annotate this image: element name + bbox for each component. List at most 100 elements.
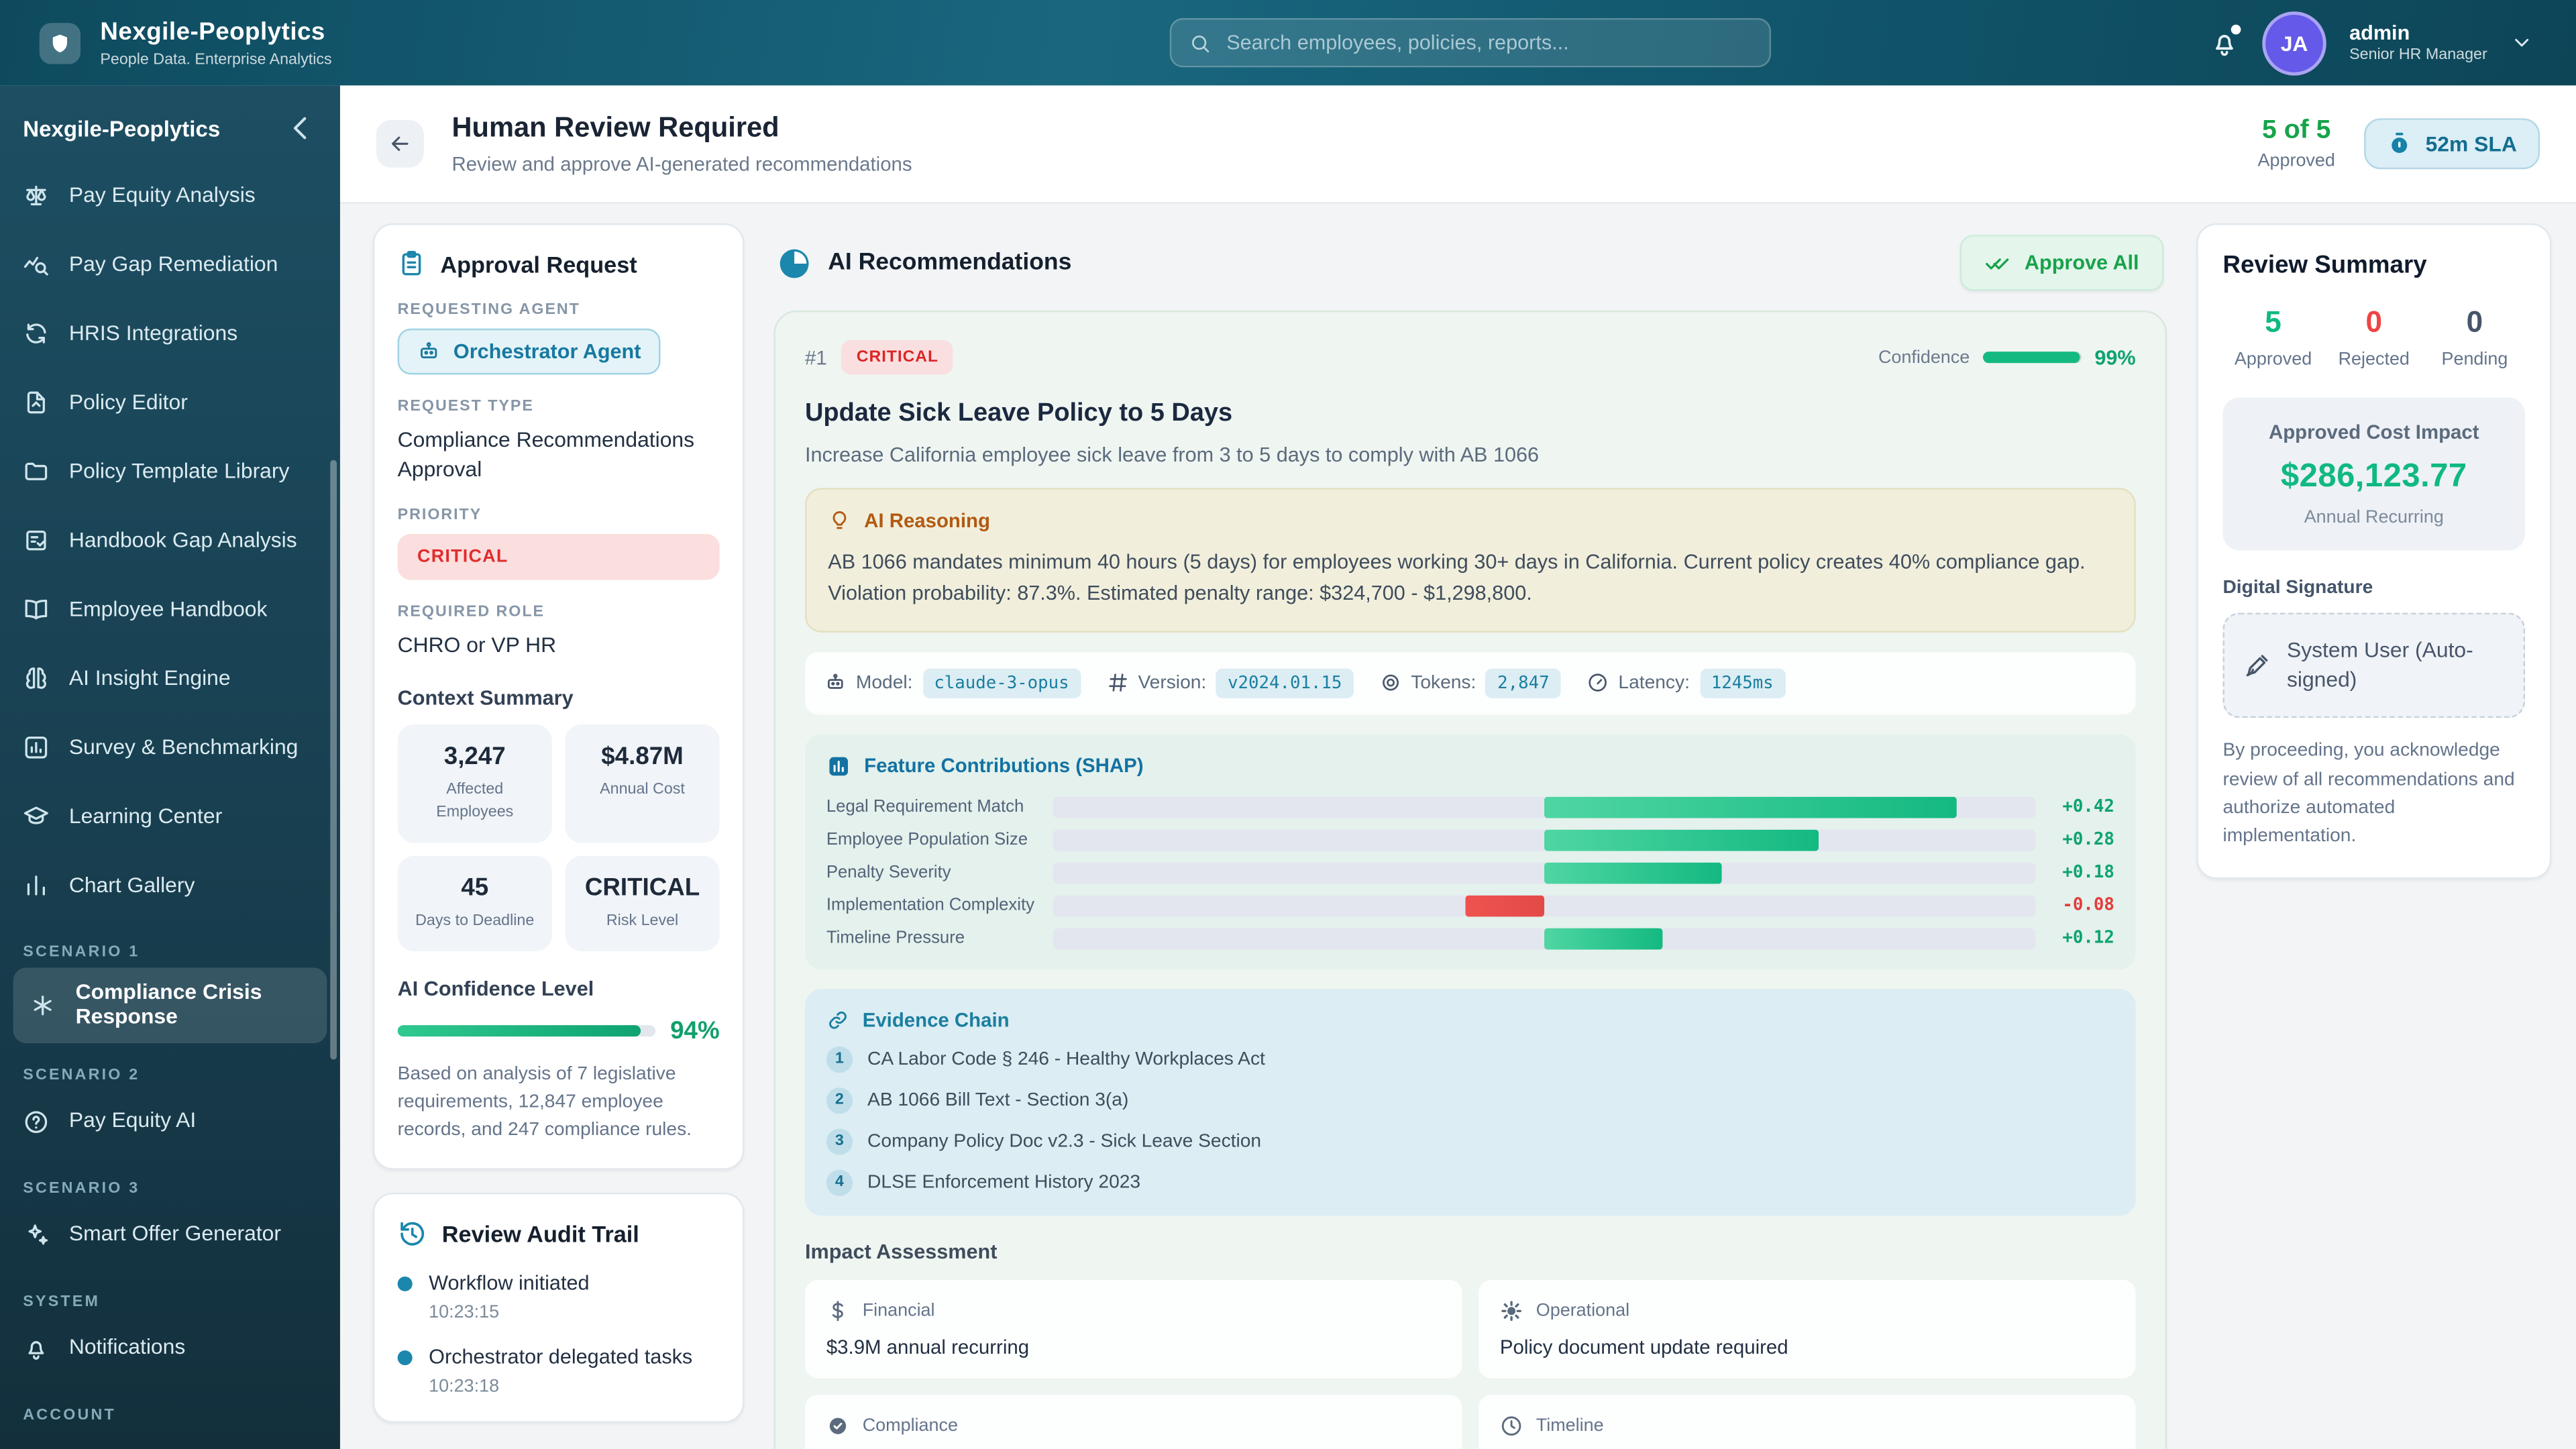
sidebar-section-system: SYSTEM: [23, 1293, 101, 1311]
sidebar-item-policy-template-library[interactable]: Policy Template Library: [0, 437, 340, 506]
shap-feature-value: +0.42: [2062, 797, 2114, 817]
sidebar-item-ai-insight-engine[interactable]: AI Insight Engine: [0, 644, 340, 713]
recommendation-description: Increase California employee sick leave …: [805, 443, 1540, 467]
model-meta-label: Version:: [1138, 673, 1207, 693]
evidence-number-badge: 4: [826, 1169, 853, 1196]
sidebar-item-label: Pay Gap Remediation: [68, 250, 278, 276]
avatar[interactable]: JA: [2262, 10, 2326, 75]
top-bar: Nexgile-Peoplytics People Data. Enterpri…: [0, 0, 2576, 86]
shap-feature-name: Penalty Severity: [826, 863, 951, 883]
required-role-label: REQUIRED ROLE: [397, 603, 545, 621]
hash-icon: [1107, 672, 1128, 694]
shap-panel: Feature Contributions (SHAP) Legal Requi…: [805, 734, 2136, 969]
context-tile-label: Risk Level: [606, 912, 679, 930]
requesting-agent-badge[interactable]: Orchestrator Agent: [397, 328, 661, 375]
shap-bar: [1544, 829, 1820, 851]
context-tile-label: Days to Deadline: [415, 912, 535, 930]
context-tile: 3,247 Affected Employees: [397, 724, 552, 843]
sidebar-item-label: Policy Template Library: [68, 458, 290, 482]
recommendation-index: #1: [805, 345, 827, 369]
review-summary-card: Review Summary 5 Approved 0 Rejected 0 P…: [2196, 223, 2552, 880]
summary-stat-rejected: 0 Rejected: [2324, 306, 2424, 370]
audit-event: Workflow initiated 10:23:15: [397, 1273, 720, 1323]
arrow-left-icon: [388, 131, 413, 156]
evidence-number-badge: 1: [826, 1046, 853, 1073]
model-meta-label: Latency:: [1618, 673, 1690, 693]
back-button[interactable]: [376, 119, 424, 168]
search-icon: [1189, 32, 1210, 54]
sidebar-item-pay-equity-analysis[interactable]: Pay Equity Analysis: [0, 161, 340, 230]
sla-text: 52m SLA: [2425, 131, 2517, 156]
recommendations-header: AI Recommendations Approve All: [773, 223, 2167, 311]
sidebar-item-label: Compliance Crisis Response: [75, 979, 262, 1028]
sidebar-item-chart-gallery[interactable]: Chart Gallery: [0, 851, 340, 920]
digital-signature-value: System User (Auto-signed): [2286, 637, 2473, 692]
sidebar-item-pay-gap-remediation[interactable]: Pay Gap Remediation: [0, 230, 340, 299]
model-meta-label: Model:: [855, 673, 913, 693]
confidence-meter: 94%: [397, 1018, 720, 1046]
cost-impact-sublabel: Annual Recurring: [2304, 507, 2444, 528]
sidebar-item-pay-equity-ai[interactable]: Pay Equity AI: [0, 1087, 340, 1157]
evidence-item[interactable]: 4 DLSE Enforcement History 2023: [826, 1169, 2114, 1196]
approval-progress: 5 of 5 Approved: [2258, 117, 2335, 171]
cost-impact-label: Approved Cost Impact: [2269, 420, 2479, 444]
approve-all-button[interactable]: Approve All: [1960, 235, 2164, 291]
sync-icon: [23, 321, 49, 347]
context-tile: 45 Days to Deadline: [397, 856, 552, 952]
sidebar-item-label: Employee Handbook: [68, 595, 268, 621]
impact-tile-timeline: Timeline 2.5 day implementation: [1479, 1394, 2136, 1449]
impact-tile-value: $3.9M annual recurring: [826, 1335, 1030, 1358]
sla-badge[interactable]: 52m SLA: [2364, 118, 2540, 170]
global-search[interactable]: [1169, 17, 1770, 68]
sidebar-brand: Nexgile-Peoplytics: [23, 115, 221, 141]
shap-track: [1053, 829, 2036, 851]
clock-icon: [1500, 1414, 1523, 1437]
recommendation-title: Update Sick Leave Policy to 5 Days: [805, 399, 1233, 427]
recommendation-confidence: Confidence 99%: [1878, 346, 2136, 369]
model-meta-value: claude-3-opus: [922, 668, 1081, 698]
severity-badge: CRITICAL: [841, 339, 953, 375]
notifications-button[interactable]: [2210, 23, 2241, 58]
evidence-number-badge: 2: [826, 1087, 853, 1114]
search-input[interactable]: [1223, 30, 1751, 56]
summary-stat-value: 0: [2365, 305, 2383, 339]
sidebar-item-policy-editor[interactable]: Policy Editor: [0, 368, 340, 437]
sidebar-item-hris-integrations[interactable]: HRIS Integrations: [0, 299, 340, 368]
shap-feature-row: Timeline Pressure +0.12: [826, 928, 2114, 949]
scale-icon: [23, 182, 49, 209]
gauge-icon: [1587, 672, 1609, 694]
digital-signature-box[interactable]: System User (Auto-signed): [2222, 612, 2526, 719]
shap-feature-row: Penalty Severity +0.18: [826, 862, 2114, 883]
approval-progress-label: Approved: [2257, 151, 2335, 171]
context-tile-value: 45: [461, 874, 489, 902]
sidebar-item-compliance-crisis-response[interactable]: Compliance Crisis Response: [13, 967, 327, 1043]
sidebar-item-handbook-gap-analysis[interactable]: Handbook Gap Analysis: [0, 506, 340, 575]
request-type-value: Compliance Recommendations Approval: [397, 427, 695, 481]
sidebar-item-label: Survey & Benchmarking: [68, 733, 299, 759]
sidebar-item-smart-offer-generator[interactable]: Smart Offer Generator: [0, 1201, 340, 1270]
sidebar-scrollbar[interactable]: [330, 460, 337, 1060]
evidence-item[interactable]: 2 AB 1066 Bill Text - Section 3(a): [826, 1087, 2114, 1114]
context-summary-title: Context Summary: [397, 686, 574, 710]
sidebar-section-scenario-2: SCENARIO 2: [23, 1066, 140, 1085]
shap-feature-row: Implementation Complexity -0.08: [826, 895, 2114, 916]
chevron-down-icon[interactable]: [2510, 32, 2533, 54]
sidebar-item-survey-benchmarking[interactable]: Survey & Benchmarking: [0, 713, 340, 782]
robot-icon: [824, 672, 846, 694]
sidebar-item-employee-handbook[interactable]: Employee Handbook: [0, 575, 340, 644]
sidebar-section-account: ACCOUNT: [23, 1406, 116, 1424]
summary-stat-approved: 5 Approved: [2222, 306, 2323, 370]
brand-logo: [39, 22, 81, 64]
evidence-text: AB 1066 Bill Text - Section 3(a): [867, 1090, 1129, 1110]
audit-event-time: 10:23:18: [429, 1377, 500, 1397]
sidebar-collapse-button[interactable]: [284, 112, 317, 145]
impact-tile-value: Policy document update required: [1499, 1335, 1788, 1358]
sidebar-item-learning-center[interactable]: Learning Center: [0, 782, 340, 851]
sidebar-item-notifications[interactable]: Notifications: [0, 1314, 340, 1383]
evidence-number-badge: 3: [826, 1128, 853, 1155]
shield-icon: [49, 30, 70, 55]
model-meta-item: Version: v2024.01.15: [1107, 668, 1354, 698]
approve-all-label: Approve All: [2024, 251, 2139, 274]
evidence-item[interactable]: 3 Company Policy Doc v2.3 - Sick Leave S…: [826, 1128, 2114, 1155]
evidence-item[interactable]: 1 CA Labor Code § 246 - Healthy Workplac…: [826, 1046, 2114, 1073]
